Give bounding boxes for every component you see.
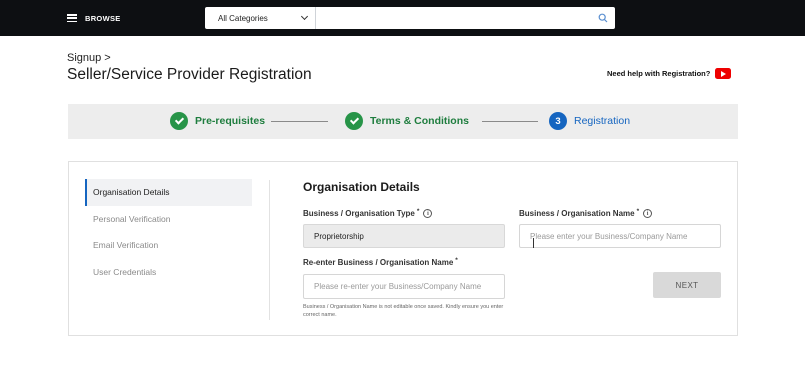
required-mark: *	[455, 257, 458, 264]
business-name-label-text: Business / Organisation Name	[519, 209, 635, 218]
sidebar-item-email-verification[interactable]: Email Verification	[85, 232, 252, 259]
reenter-name-field[interactable]	[303, 274, 505, 299]
step-prerequisites: Pre-requisites	[170, 112, 265, 130]
hamburger-icon	[67, 14, 77, 22]
required-mark: *	[416, 208, 420, 215]
reenter-name-input[interactable]	[314, 282, 504, 291]
name-helper-text: Business / Organisation Name is not edit…	[303, 304, 504, 318]
top-bar: BROWSE All Categories	[0, 0, 805, 36]
registration-sidebar: Organisation Details Personal Verificati…	[85, 179, 252, 285]
check-circle-icon	[345, 112, 363, 130]
reenter-name-label-text: Re-enter Business / Organisation Name	[303, 258, 454, 267]
divider	[269, 180, 270, 320]
sidebar-item-personal-verification[interactable]: Personal Verification	[85, 206, 252, 233]
search-button[interactable]	[591, 7, 615, 29]
step-label: Registration	[574, 115, 631, 127]
step-number-badge: 3	[549, 112, 567, 130]
category-select[interactable]: All Categories	[205, 7, 316, 29]
sidebar-item-user-credentials[interactable]: User Credentials	[85, 259, 252, 286]
category-select-value: All Categories	[218, 13, 268, 23]
step-connector	[482, 121, 538, 122]
search-input[interactable]	[316, 7, 591, 29]
step-registration: 3 Registration	[549, 112, 630, 130]
required-mark: *	[636, 208, 640, 215]
business-type-field: Proprietorship	[303, 224, 505, 248]
page-title: Seller/Service Provider Registration	[67, 66, 312, 83]
reenter-name-label: Re-enter Business / Organisation Name *	[303, 257, 462, 267]
step-label: Pre-requisites	[195, 115, 266, 127]
business-name-label: Business / Organisation Name * i	[519, 208, 653, 218]
business-name-input[interactable]	[530, 231, 720, 241]
youtube-icon	[715, 68, 732, 79]
breadcrumb[interactable]: Signup >	[67, 52, 111, 64]
help-text: Need help with Registration?	[607, 69, 711, 78]
chevron-down-icon	[300, 12, 309, 21]
browse-label: BROWSE	[85, 13, 121, 23]
info-icon[interactable]: i	[423, 209, 433, 218]
step-terms: Terms & Conditions	[345, 112, 469, 130]
info-icon[interactable]: i	[643, 209, 653, 218]
step-label: Terms & Conditions	[370, 115, 469, 127]
search-bar: All Categories	[205, 7, 615, 29]
text-cursor	[533, 238, 534, 248]
sidebar-item-organisation-details[interactable]: Organisation Details	[85, 179, 252, 206]
business-name-field[interactable]	[519, 224, 721, 248]
search-icon	[598, 13, 608, 23]
registration-stepper: Pre-requisites Terms & Conditions 3 Regi…	[68, 104, 738, 139]
check-circle-icon	[170, 112, 188, 130]
next-button[interactable]: NEXT	[653, 272, 721, 298]
step-connector	[271, 121, 328, 122]
registration-help-link[interactable]: Need help with Registration?	[607, 68, 732, 79]
business-type-label-text: Business / Organisation Type	[303, 209, 415, 218]
registration-card: Organisation Details Personal Verificati…	[68, 161, 738, 336]
business-type-value: Proprietorship	[314, 231, 364, 241]
form-title: Organisation Details	[303, 180, 420, 194]
browse-menu-button[interactable]: BROWSE	[67, 11, 121, 25]
business-type-label: Business / Organisation Type * i	[303, 208, 433, 218]
